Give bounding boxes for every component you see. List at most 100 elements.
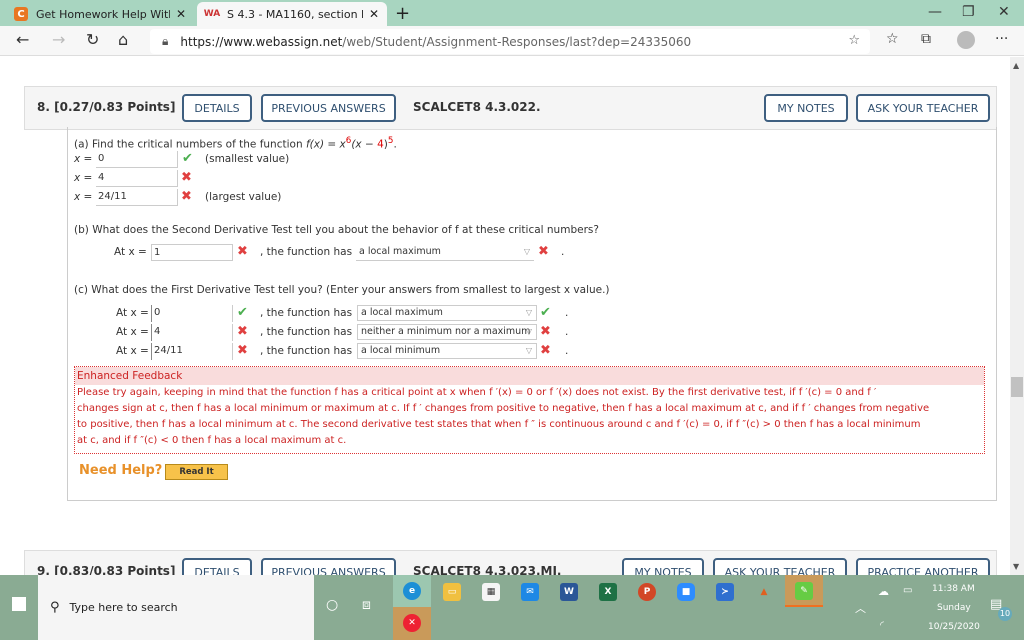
refresh-icon[interactable]: ↻: [86, 30, 99, 49]
favorite-star-icon[interactable]: ☆: [848, 33, 860, 48]
leaf-app-icon: ✎: [795, 582, 813, 600]
task-view-icon[interactable]: ⧈: [362, 597, 371, 613]
edge-app[interactable]: e: [393, 575, 431, 607]
close-tab-icon[interactable]: ✕: [176, 7, 186, 21]
q-points: [0.83/0.83 Points]: [54, 564, 176, 575]
scroll-up-icon[interactable]: ▲: [1013, 61, 1019, 70]
notification-badge: 10: [998, 607, 1012, 621]
first-derivative-x3-input[interactable]: 24/11: [151, 343, 233, 360]
more-menu-icon[interactable]: ···: [995, 31, 1008, 47]
prompt-text: (a) Find the critical numbers of the fun…: [74, 138, 306, 151]
close-window-icon[interactable]: ✕: [998, 4, 1010, 20]
page-content: 8. [0.27/0.83 Points] DETAILS PREVIOUS A…: [0, 57, 1010, 575]
matlab-icon[interactable]: ▲: [755, 583, 773, 601]
q-number: 8.: [37, 100, 50, 114]
q-number: 9.: [37, 564, 50, 575]
first-derivative-select-3[interactable]: a local minimum ▽: [357, 343, 537, 359]
profile-avatar[interactable]: [957, 31, 975, 49]
second-derivative-x-input[interactable]: 1: [151, 244, 233, 261]
zoom-icon[interactable]: ■: [677, 583, 695, 601]
q-points: [0.27/0.83 Points]: [54, 100, 176, 114]
minimize-icon[interactable]: —: [928, 4, 942, 20]
search-placeholder: Type here to search: [69, 601, 178, 614]
restore-icon[interactable]: ❐: [962, 4, 975, 20]
forward-icon[interactable]: →: [52, 30, 65, 49]
question-code: SCALCET8 4.3.022.: [413, 100, 541, 114]
show-hidden-icons[interactable]: ︿: [855, 600, 866, 616]
my-notes-button[interactable]: MY NOTES: [622, 558, 704, 575]
clock-day[interactable]: Sunday: [937, 603, 971, 613]
new-tab-button[interactable]: +: [395, 3, 410, 24]
chevron-down-icon: ▽: [523, 247, 530, 256]
function-has-label: , the function has: [260, 307, 353, 319]
critical-number-1-input[interactable]: 0: [96, 151, 178, 168]
webassign-icon: WA: [203, 9, 221, 19]
ask-teacher-button[interactable]: ASK YOUR TEACHER: [713, 558, 847, 575]
clock-date[interactable]: 10/25/2020: [928, 622, 980, 632]
scroll-thumb[interactable]: [1011, 377, 1023, 397]
chevron-down-icon: ▽: [525, 308, 532, 317]
first-derivative-x2-input[interactable]: 4: [151, 324, 233, 341]
period: .: [565, 326, 569, 338]
excel-icon[interactable]: X: [599, 583, 617, 601]
powershell-icon[interactable]: ≻: [716, 583, 734, 601]
read-it-button[interactable]: Read It: [165, 464, 228, 480]
word-icon[interactable]: W: [560, 583, 578, 601]
practice-another-button[interactable]: PRACTICE ANOTHER: [856, 558, 990, 575]
ask-teacher-button[interactable]: ASK YOUR TEACHER: [856, 94, 990, 122]
search-icon: ⚲: [50, 600, 60, 615]
x-mark-icon: ✖: [181, 189, 192, 204]
details-button[interactable]: DETAILS: [182, 558, 252, 575]
tab-webassign[interactable]: WA S 4.3 - MA1160, section R04, Fall ✕: [197, 2, 387, 26]
previous-answers-button[interactable]: PREVIOUS ANSWERS: [261, 558, 396, 575]
details-button[interactable]: DETAILS: [182, 94, 252, 122]
favorites-icon[interactable]: ☆: [886, 31, 899, 47]
scroll-down-icon[interactable]: ▼: [1013, 562, 1019, 571]
onedrive-icon[interactable]: ☁: [878, 585, 889, 598]
tab-title: Get Homework Help With Chegg: [36, 7, 170, 21]
my-notes-button[interactable]: MY NOTES: [764, 94, 848, 122]
check-icon: ✔: [540, 305, 551, 320]
windows-start-icon[interactable]: [12, 597, 26, 611]
battery-icon[interactable]: ▭: [903, 585, 912, 596]
feedback-title: Enhanced Feedback: [75, 367, 984, 385]
first-derivative-select-2[interactable]: neither a minimum nor a maximum ▽: [357, 324, 537, 340]
first-derivative-select-1[interactable]: a local maximum ▽: [357, 305, 537, 321]
second-derivative-select[interactable]: a local maximum ▽: [356, 245, 534, 261]
check-icon: ✔: [182, 151, 193, 166]
four: 4: [377, 138, 384, 151]
selected-value: a local maximum: [359, 246, 441, 257]
x-label: x =: [74, 153, 93, 165]
powerpoint-icon[interactable]: P: [638, 583, 656, 601]
cortana-icon[interactable]: ○: [326, 597, 338, 613]
collections-icon[interactable]: ⧉: [921, 31, 931, 47]
critical-number-2-input[interactable]: 4: [96, 170, 178, 187]
chegg-icon: C: [14, 7, 28, 21]
tab-chegg[interactable]: C Get Homework Help With Chegg ✕: [6, 2, 194, 26]
previous-answers-button[interactable]: PREVIOUS ANSWERS: [261, 94, 396, 122]
critical-number-3-input[interactable]: 24/11: [96, 189, 178, 206]
wifi-icon[interactable]: ◜: [880, 620, 884, 631]
question-9-header: 9. [0.83/0.83 Points] DETAILS PREVIOUS A…: [24, 550, 997, 575]
address-bar[interactable]: 🔒︎ https://www.webassign.net/web/Student…: [150, 29, 870, 54]
pinned-app[interactable]: ✎: [785, 575, 823, 607]
error-app[interactable]: ✕: [393, 607, 431, 640]
vertical-scrollbar[interactable]: ▲ ▼: [1010, 57, 1024, 575]
home-icon[interactable]: ⌂: [118, 30, 128, 49]
x-mark-icon: ✖: [540, 343, 551, 358]
back-icon[interactable]: ←: [16, 30, 29, 49]
question-number: 9. [0.83/0.83 Points]: [37, 564, 175, 575]
at-x-label: At x =: [116, 345, 149, 357]
store-icon[interactable]: ▦: [482, 583, 500, 601]
at-x-label: At x =: [116, 307, 149, 319]
clock-time[interactable]: 11:38 AM: [932, 584, 975, 594]
feedback-line: changes sign at c, then f has a local mi…: [77, 403, 930, 414]
mail-icon[interactable]: ✉: [521, 583, 539, 601]
close-tab-icon[interactable]: ✕: [369, 7, 379, 21]
file-explorer-icon[interactable]: ▭: [443, 583, 461, 601]
chevron-down-icon: ▽: [525, 346, 532, 355]
taskbar-search[interactable]: ⚲ Type here to search: [38, 575, 314, 640]
first-derivative-x1-input[interactable]: 0: [151, 305, 233, 322]
question-number: 8. [0.27/0.83 Points]: [37, 100, 175, 114]
period: .: [561, 246, 565, 258]
